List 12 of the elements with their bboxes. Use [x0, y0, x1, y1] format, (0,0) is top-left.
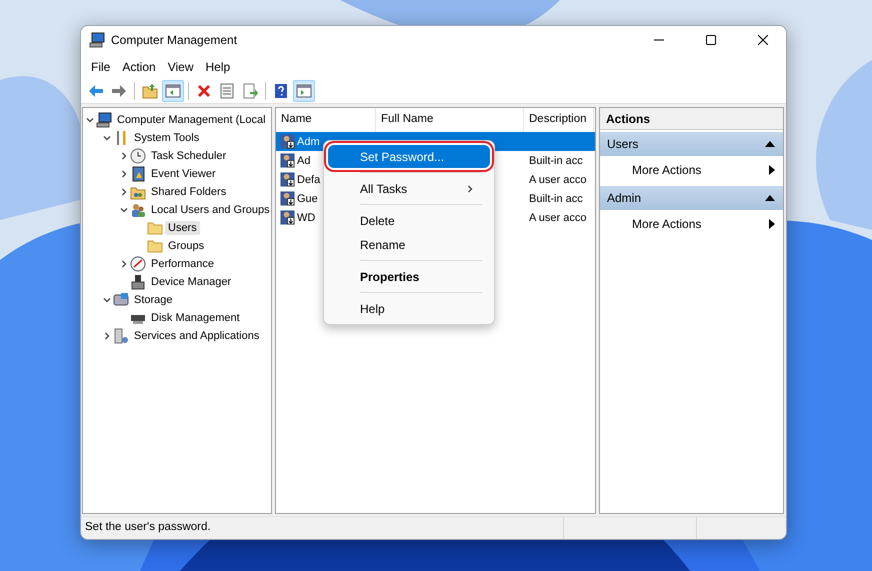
table-cell-text: Built-in acc	[528, 154, 583, 166]
window-title: Computer Management	[111, 33, 238, 47]
user-name: Defa	[297, 174, 320, 186]
table-cell-text: A user acco	[528, 212, 586, 224]
user-name: WD	[297, 212, 316, 224]
table-cell-text: Built-in acc	[528, 192, 583, 204]
user-name: Adm	[297, 136, 320, 148]
table-cell-text: A user acco	[528, 174, 586, 186]
pane-title: Actions	[600, 108, 783, 130]
status-text: Set the user's password.	[84, 520, 212, 535]
user-name: Ad	[297, 154, 310, 166]
user-name: Gue	[297, 192, 318, 204]
